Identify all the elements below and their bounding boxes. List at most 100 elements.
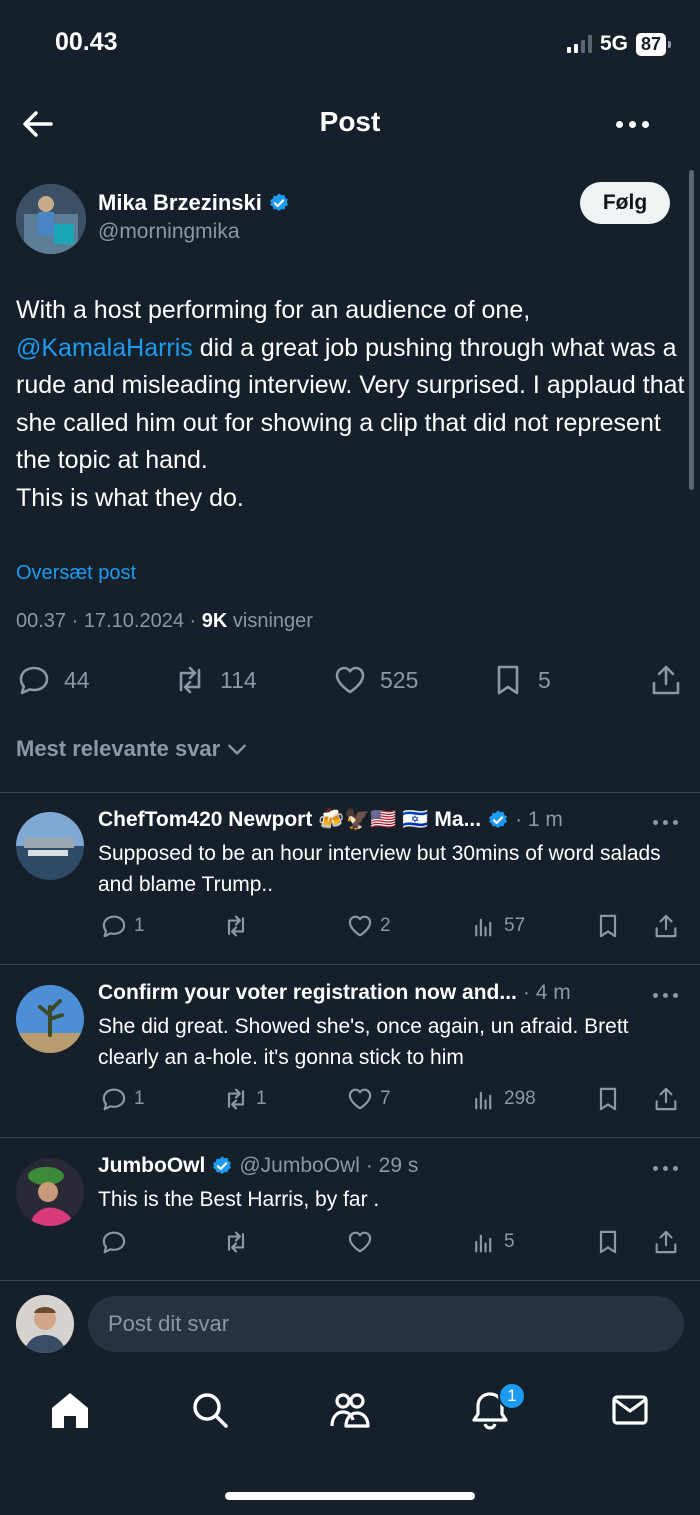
dot-icon (653, 1166, 658, 1171)
views-count: 9K (201, 610, 228, 632)
dot-icon (663, 993, 668, 998)
post-actions: 44 114 525 5 (16, 662, 686, 702)
post-time: 00.37 (16, 610, 67, 632)
reply-icon (102, 1231, 126, 1254)
reply-more-button[interactable] (653, 820, 678, 825)
more-options-button[interactable] (616, 112, 656, 136)
reply-avatar[interactable] (16, 1158, 84, 1226)
repost-count: 1 (256, 1088, 267, 1109)
network-label: 5G (599, 32, 628, 55)
avatar-photo-icon (16, 812, 84, 880)
dot-icon (663, 820, 668, 825)
reply-repost-button[interactable]: 1 (222, 1085, 267, 1113)
reply-text: Supposed to be an hour interview but 30m… (98, 842, 661, 896)
tab-home[interactable] (48, 1388, 92, 1432)
reply-icon (102, 1088, 126, 1111)
mention-link[interactable]: @KamalaHarris (16, 334, 193, 362)
like-count: 7 (380, 1088, 391, 1109)
reply-views-button[interactable]: 298 (470, 1085, 536, 1113)
reply-share-button[interactable] (652, 1085, 680, 1113)
home-indicator[interactable] (225, 1492, 475, 1500)
verified-badge-icon (213, 1156, 232, 1174)
sort-label: Mest relevante svar (16, 736, 221, 761)
sort-replies-button[interactable]: Mest relevante svar (16, 736, 248, 762)
reply-reply-button[interactable]: 1 (100, 1085, 145, 1113)
share-icon (652, 665, 680, 695)
reply-bookmark-button[interactable] (594, 1228, 622, 1256)
bookmark-button[interactable]: 5 (490, 662, 551, 698)
follow-button[interactable]: Følg (580, 182, 670, 224)
dot-icon (629, 120, 636, 128)
reply-repost-button[interactable] (222, 912, 256, 940)
reply-reply-button[interactable]: 1 (100, 912, 145, 940)
search-icon (193, 1393, 228, 1428)
reply-author-name[interactable]: ChefTom420 Newport 🍻🦅🇺🇸 🇮🇱 Ma... (98, 808, 481, 832)
reply-share-button[interactable] (652, 1228, 680, 1256)
status-time: 00.43 (55, 28, 118, 56)
avatar-photo-icon (16, 1295, 74, 1353)
reply-bookmark-button[interactable] (594, 912, 622, 940)
views-count: 298 (504, 1088, 536, 1109)
like-count: 2 (380, 915, 391, 936)
heart-icon (335, 666, 365, 694)
views-count: 5 (504, 1231, 515, 1252)
current-user-avatar[interactable] (16, 1295, 74, 1353)
reply-count: 1 (134, 915, 145, 936)
notification-badge: 1 (498, 1382, 526, 1410)
dot-icon (642, 120, 649, 128)
author-handle[interactable]: @morningmika (98, 220, 240, 244)
verified-badge-icon (269, 193, 288, 211)
reply-input[interactable]: Post dit svar (88, 1296, 684, 1352)
reply-like-button[interactable] (346, 1228, 380, 1256)
translate-link[interactable]: Oversæt post (16, 562, 136, 585)
share-button[interactable] (648, 662, 684, 698)
tab-messages[interactable] (608, 1388, 652, 1432)
chevron-down-icon (228, 744, 247, 755)
reply-avatar[interactable] (16, 985, 84, 1053)
reply-text: This is the Best Harris, by far . (98, 1188, 380, 1211)
reply-share-button[interactable] (652, 912, 680, 940)
scrollbar[interactable] (689, 170, 694, 490)
views-count: 57 (504, 915, 526, 936)
reply-reply-button[interactable] (100, 1228, 134, 1256)
reply-button[interactable]: 44 (16, 662, 90, 698)
reply-header: ChefTom420 Newport 🍻🦅🇺🇸 🇮🇱 Ma... · 1 m (98, 808, 563, 832)
reply-icon (102, 915, 126, 938)
tab-communities[interactable] (328, 1388, 372, 1432)
avatar-photo-icon (16, 1158, 84, 1226)
verified-badge-icon (489, 810, 507, 828)
author-name-text: Mika Brzezinski (98, 190, 262, 215)
reply-like-button[interactable]: 2 (346, 912, 391, 940)
heart-icon (348, 1231, 372, 1253)
home-icon (52, 1393, 88, 1428)
post-date: 17.10.2024 (83, 610, 184, 632)
post-meta: 00.37 · 17.10.2024 · 9K visninger (16, 610, 313, 632)
reply-bookmark-button[interactable] (594, 1085, 622, 1113)
views-chart-icon (475, 918, 492, 937)
reply-time: · 1 m (515, 808, 563, 831)
bookmark-icon (599, 1230, 617, 1254)
reply-more-button[interactable] (653, 993, 678, 998)
tab-search[interactable] (188, 1388, 232, 1432)
dot-icon (653, 820, 658, 825)
reply-repost-button[interactable] (222, 1228, 256, 1256)
post-text: With a host performing for an audience o… (16, 292, 686, 517)
repost-button[interactable]: 114 (172, 662, 257, 698)
like-button[interactable]: 525 (332, 662, 418, 698)
reply-author-handle[interactable]: @JumboOwl (239, 1154, 360, 1178)
divider (0, 792, 700, 793)
author-avatar[interactable] (16, 184, 86, 254)
dot-icon (673, 993, 678, 998)
share-icon (655, 914, 677, 938)
reply-author-name[interactable]: JumboOwl (98, 1154, 205, 1178)
reply-author-name[interactable]: Confirm your voter registration now and.… (98, 981, 517, 1005)
reply-avatar[interactable] (16, 812, 84, 880)
dot-icon (663, 1166, 668, 1171)
reply-more-button[interactable] (653, 1166, 678, 1171)
repost-icon (227, 1088, 245, 1110)
author-name[interactable]: Mika Brzezinski (98, 190, 290, 216)
heart-icon (348, 1088, 372, 1110)
reply-views-button[interactable]: 57 (470, 912, 525, 940)
reply-views-button[interactable]: 5 (470, 1228, 515, 1256)
reply-like-button[interactable]: 7 (346, 1085, 391, 1113)
